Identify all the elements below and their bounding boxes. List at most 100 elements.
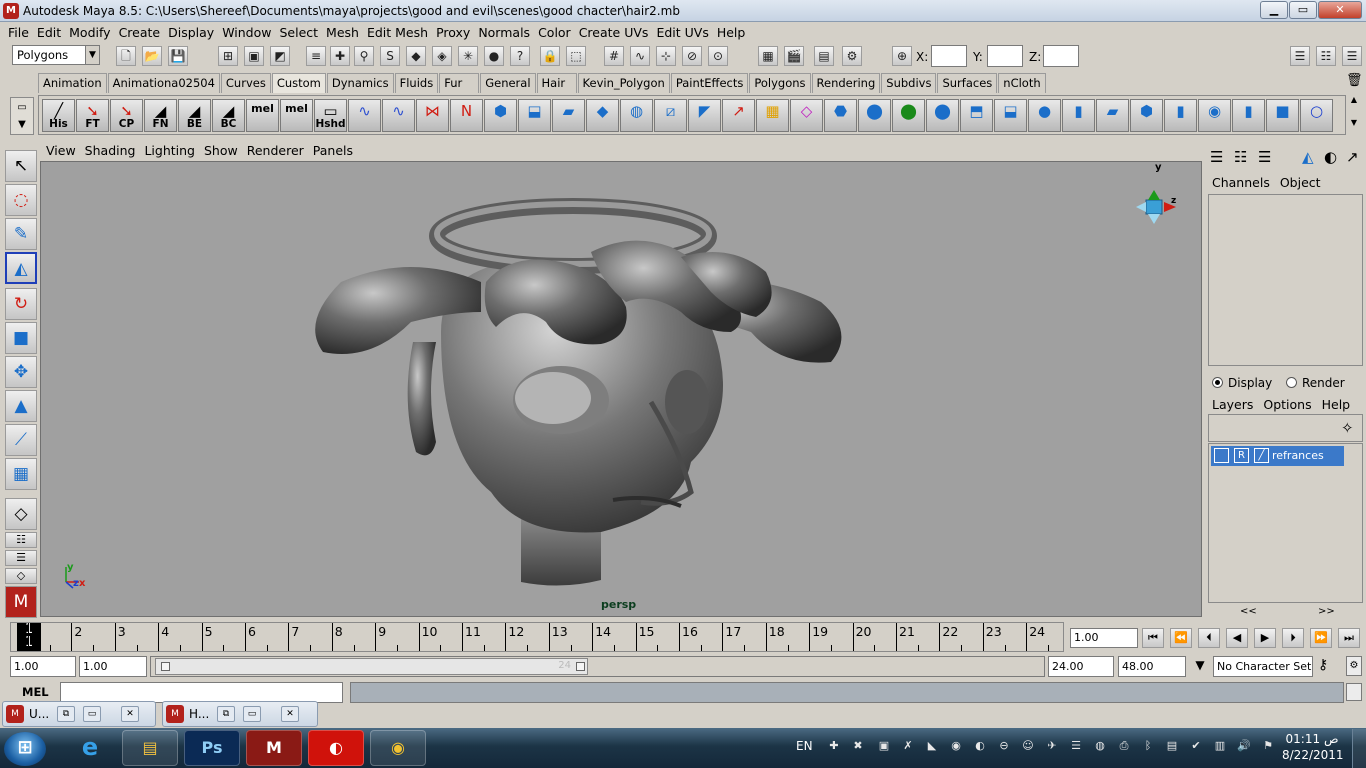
shelf-button-mirror[interactable]: ⬒ <box>960 99 993 132</box>
viewport-menu-panels[interactable]: Panels <box>313 143 353 158</box>
layout-single-pane-icon[interactable]: ◇ <box>5 498 37 530</box>
select-object-icon[interactable]: ▣ <box>244 46 264 66</box>
restore-icon[interactable]: ⧉ <box>57 706 75 722</box>
range-start-handle[interactable] <box>161 662 170 671</box>
help-menu[interactable]: Help <box>1322 397 1351 412</box>
minimized-window-1[interactable]: M U... ⧉ ▭ ✕ <box>2 701 156 727</box>
volume-icon[interactable]: 🔊 <box>1236 738 1252 754</box>
lock-selection-icon[interactable]: 🔒 <box>540 46 560 66</box>
snap-curve-icon[interactable]: ∿ <box>630 46 650 66</box>
layer-color-swatch[interactable]: ╱ <box>1254 448 1269 463</box>
select-component-icon[interactable]: ◩ <box>270 46 290 66</box>
channel-layer-icon[interactable]: ☷ <box>1234 148 1247 166</box>
shelf-button-poly-sphere[interactable]: ● <box>1028 99 1061 132</box>
maximize-icon[interactable]: ▭ <box>243 706 261 722</box>
play-forwards-icon[interactable]: ▶ <box>1254 628 1276 648</box>
shelf-button-plane-split[interactable]: ⬓ <box>994 99 1027 132</box>
shelf-button-split-polygon[interactable]: ⋈ <box>416 99 449 132</box>
z-field[interactable] <box>1043 45 1079 67</box>
shelf-button-poly-platonic[interactable]: ⬢ <box>1130 99 1163 132</box>
tray-app-icon[interactable]: ☰ <box>1068 738 1084 754</box>
play-backwards-icon[interactable]: ◀ <box>1226 628 1248 648</box>
go-to-end-icon[interactable]: ⏭ <box>1338 628 1360 648</box>
maya-logo-icon[interactable]: M <box>5 586 37 618</box>
shelf-button-poly-cylinder[interactable]: ▮ <box>1062 99 1095 132</box>
step-forward-frame-icon[interactable]: ⏵ <box>1282 628 1304 648</box>
shelf-button-history[interactable]: ╱ His <box>42 99 75 132</box>
shelf-button-cv-curve[interactable]: ∿ <box>348 99 381 132</box>
script-editor-icon[interactable] <box>1346 683 1362 701</box>
menu-file[interactable]: File <box>4 25 33 40</box>
shelf-tabs-toggle-icon[interactable]: ▭ <box>11 102 33 113</box>
render-settings-icon[interactable]: ⚙ <box>842 46 862 66</box>
manip-icon[interactable]: ◭ <box>1302 148 1314 166</box>
scale-tool-icon[interactable]: ■ <box>5 322 37 354</box>
language-indicator[interactable]: EN <box>796 739 813 753</box>
clock[interactable]: 01:11 ص 8/22/2011 <box>1282 731 1344 765</box>
move-tool-icon[interactable]: ◭ <box>5 252 37 284</box>
close-button[interactable]: ✕ <box>1318 1 1362 19</box>
new-scene-icon[interactable]: 🗋 <box>116 46 136 66</box>
ie-icon[interactable]: e <box>62 730 118 766</box>
menu-color[interactable]: Color <box>534 25 575 40</box>
shelf-tab-custom[interactable]: Custom <box>271 73 326 93</box>
menu-proxy[interactable]: Proxy <box>432 25 474 40</box>
layout-persp-outliner-icon[interactable]: ☰ <box>5 550 37 566</box>
layer-row[interactable]: R ╱ refrances <box>1211 446 1344 466</box>
pick-joints-icon[interactable]: ⚲ <box>354 46 374 66</box>
command-input[interactable] <box>60 682 343 703</box>
menu-edit[interactable]: Edit <box>33 25 65 40</box>
shelf-menu-arrow-icon[interactable]: ▼ <box>11 119 33 130</box>
save-scene-icon[interactable]: 💾 <box>168 46 188 66</box>
close-icon[interactable]: ✕ <box>121 706 139 722</box>
snap-grid-icon[interactable]: # <box>604 46 624 66</box>
shelf-button-boolean-union[interactable]: ⬤ <box>892 99 925 132</box>
viewport-menu-view[interactable]: View <box>46 143 76 158</box>
channel-box[interactable] <box>1208 194 1363 366</box>
shelf-tab-surfaces[interactable]: Surfaces <box>937 73 998 93</box>
channel-box-toggle-icon[interactable]: ☰ <box>1342 46 1362 66</box>
pick-surfaces-icon[interactable]: ◆ <box>406 46 426 66</box>
tray-app-icon[interactable]: ◉ <box>948 738 964 754</box>
step-back-frame-icon[interactable]: ⏴ <box>1198 628 1220 648</box>
menu-create-uvs[interactable]: Create UVs <box>575 25 653 40</box>
pick-rendering-icon[interactable]: ● <box>484 46 504 66</box>
filter-icon[interactable]: ≡ <box>306 46 326 66</box>
shelf-tab-polygons[interactable]: Polygons <box>749 73 811 93</box>
auto-key-icon[interactable]: ⚷ <box>1318 657 1328 673</box>
prev-page-button[interactable]: << <box>1240 606 1257 617</box>
minimized-window-2[interactable]: M H... ⧉ ▭ ✕ <box>162 701 318 727</box>
tray-app-icon[interactable]: ✗ <box>900 738 916 754</box>
shelf-tab-hair[interactable]: Hair <box>536 73 577 93</box>
object-menu[interactable]: Object <box>1280 175 1321 190</box>
scroll-down-icon[interactable]: ▼ <box>1346 118 1362 127</box>
shelf-tab-fluids[interactable]: Fluids <box>394 73 439 93</box>
layout-persp-graph-icon[interactable]: ◇ <box>5 568 37 584</box>
shelf-button-wedge[interactable]: ◤ <box>688 99 721 132</box>
shelf-tab-kevin-polygon[interactable]: Kevin_Polygon <box>577 73 670 93</box>
shelf-button-poke[interactable]: ↗ <box>722 99 755 132</box>
tray-app-icon[interactable]: ✖ <box>850 738 866 754</box>
shelf-tab-general[interactable]: General <box>480 73 536 93</box>
open-scene-icon[interactable]: 📂 <box>142 46 162 66</box>
shelf-button-boolean-difference[interactable]: ⬤ <box>926 99 959 132</box>
shelf-button-merge[interactable]: ◆ <box>586 99 619 132</box>
channel-box-icon[interactable]: ☰ <box>1210 148 1223 166</box>
maximize-button[interactable]: ▭ <box>1289 1 1317 19</box>
tray-app-icon[interactable]: ✈ <box>1044 738 1060 754</box>
shelf-menu-button[interactable]: ▭ ▼ <box>10 97 34 135</box>
character-set-chevron-icon[interactable]: ▼ <box>1190 658 1210 672</box>
restore-icon[interactable]: ⧉ <box>217 706 235 722</box>
make-live-icon[interactable]: ⊙ <box>708 46 728 66</box>
action-center-flag-icon[interactable]: ⚑ <box>1260 738 1276 754</box>
tray-app-icon[interactable]: ◍ <box>1092 738 1108 754</box>
shelf-button-separate[interactable]: ⬤ <box>858 99 891 132</box>
vodafone-icon[interactable]: ◐ <box>308 730 364 766</box>
current-frame-field[interactable]: 1.00 <box>1070 628 1138 648</box>
shelf-tab-ncloth[interactable]: nCloth <box>998 73 1046 93</box>
menu-edit-mesh[interactable]: Edit Mesh <box>363 25 432 40</box>
layout-four-pane-icon[interactable]: ☷ <box>5 532 37 548</box>
select-tool-icon[interactable]: ↖ <box>5 150 37 182</box>
end-time-field[interactable]: 48.00 <box>1118 656 1186 677</box>
select-hierarchy-icon[interactable]: ⊞ <box>218 46 238 66</box>
